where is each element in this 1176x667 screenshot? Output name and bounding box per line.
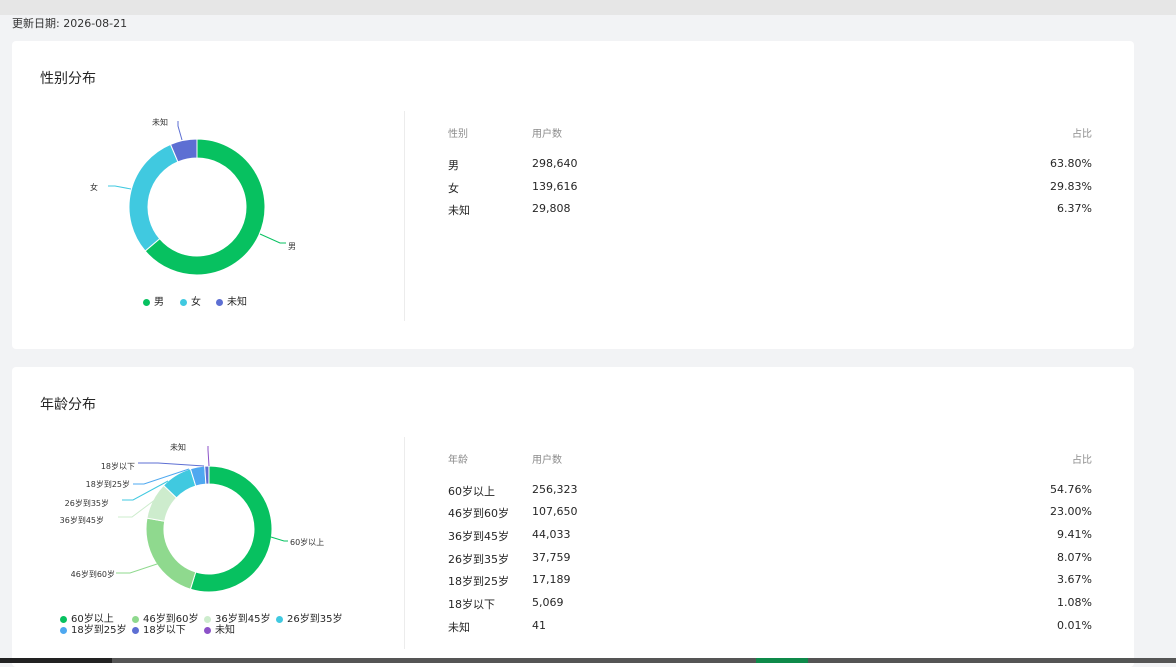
age-divider [404,437,405,649]
update-date-line: 更新日期: 2026-08-21 [12,15,127,31]
legend-item-age-18-25[interactable]: 18岁到25岁 [60,621,126,636]
age-row-ratio: 1.08% [992,596,1092,609]
gender-row-users: 29,808 [532,202,571,215]
gender-row-ratio: 63.80% [992,157,1092,170]
legend-dot [132,627,139,634]
age-row-users: 5,069 [532,596,564,609]
gender-divider [404,111,405,321]
legend-label: 未知 [215,625,235,636]
legend-dot [276,616,283,623]
gender-card: 性别分布 男女未知 性别 用户数 占比 男 298,640 63.80% 女 1… [12,41,1134,349]
age-row-ratio: 54.76% [992,483,1092,496]
legend-dot [216,299,223,306]
slice-label-line [138,463,204,466]
age-row-label: 26岁到35岁 [448,551,509,567]
legend-label: 未知 [227,297,247,308]
legend-dot [60,627,67,634]
slice-label: 18岁到25岁 [86,479,130,489]
legend-dot [143,299,150,306]
gender-header-category: 性别 [448,125,468,140]
slice-label: 18岁以下 [101,461,135,471]
age-row-users: 37,759 [532,551,571,564]
gender-donut-chart: 男女未知 [12,41,402,341]
age-row-users: 107,650 [532,505,578,518]
legend-item-female[interactable]: 女 [180,293,201,308]
legend-label: 男 [154,297,164,308]
age-row-users: 44,033 [532,528,571,541]
taskbar [0,658,1176,663]
slice-label-line [116,563,160,573]
slice-label-line [178,121,182,140]
donut-slice[interactable] [129,144,178,251]
slice-label-line [260,234,286,243]
gender-row-label: 女 [448,180,459,196]
age-header-ratio: 占比 [992,451,1092,466]
gender-header-users: 用户数 [532,125,562,140]
legend-item-unknown[interactable]: 未知 [216,293,247,308]
gender-row-users: 139,616 [532,180,578,193]
age-row-users: 256,323 [532,483,578,496]
taskbar-app [756,658,808,663]
legend-item-age-under-18[interactable]: 18岁以下 [132,621,186,636]
gender-row-users: 298,640 [532,157,578,170]
donut-slice[interactable] [146,518,196,589]
age-row-label: 46岁到60岁 [448,505,509,521]
update-date-value: 2026-08-21 [63,17,127,30]
slice-label: 男 [288,242,296,251]
age-header-category: 年龄 [448,451,468,466]
gender-row-ratio: 6.37% [992,202,1092,215]
gender-row-label: 男 [448,157,459,173]
age-row-label: 60岁以上 [448,483,495,499]
age-row-users: 17,189 [532,573,571,586]
slice-label-line [108,186,131,189]
slice-label: 60岁以上 [290,537,324,547]
legend-label: 18岁到25岁 [71,625,126,636]
age-row-users: 41 [532,619,546,632]
slice-label: 26岁到35岁 [65,498,109,508]
age-row-ratio: 9.41% [992,528,1092,541]
age-row-ratio: 3.67% [992,573,1092,586]
age-row-label: 36岁到45岁 [448,528,509,544]
gender-header-ratio: 占比 [992,125,1092,140]
age-donut-chart: 60岁以上 46岁到60岁 36岁到45岁 26岁到35岁 18岁到25岁 18岁以下 未知 [12,367,402,607]
slice-label: 未知 [152,117,168,127]
legend-label: 女 [191,297,201,308]
legend-label: 26岁到35岁 [287,614,342,625]
legend-dot [204,627,211,634]
age-card: 年龄分布 60岁以上46岁到60岁36岁到45岁26岁到35岁18岁到25岁18… [12,367,1134,667]
taskbar-start [0,658,112,663]
slice-label: 36岁到45岁 [60,515,104,525]
slice-label-line [208,446,209,466]
age-header-users: 用户数 [532,451,562,466]
update-date-label: 更新日期: [12,17,60,30]
gender-row-ratio: 29.83% [992,180,1092,193]
slice-label: 未知 [170,442,186,452]
age-row-label: 18岁到25岁 [448,573,509,589]
slice-label: 46岁到60岁 [71,569,115,579]
age-row-ratio: 0.01% [992,619,1092,632]
legend-label: 18岁以下 [143,625,186,636]
legend-item-male[interactable]: 男 [143,293,164,308]
age-row-ratio: 23.00% [992,505,1092,518]
legend-item-age-unknown[interactable]: 未知 [204,621,235,636]
top-bar [0,0,1176,15]
age-row-label: 未知 [448,619,470,635]
age-row-ratio: 8.07% [992,551,1092,564]
legend-dot [180,299,187,306]
donut-slice[interactable] [205,466,209,484]
gender-row-label: 未知 [448,202,470,218]
slice-label: 女 [90,182,98,192]
slice-label-line [271,537,288,541]
age-row-label: 18岁以下 [448,596,495,612]
legend-item-age-26-35[interactable]: 26岁到35岁 [276,610,342,625]
